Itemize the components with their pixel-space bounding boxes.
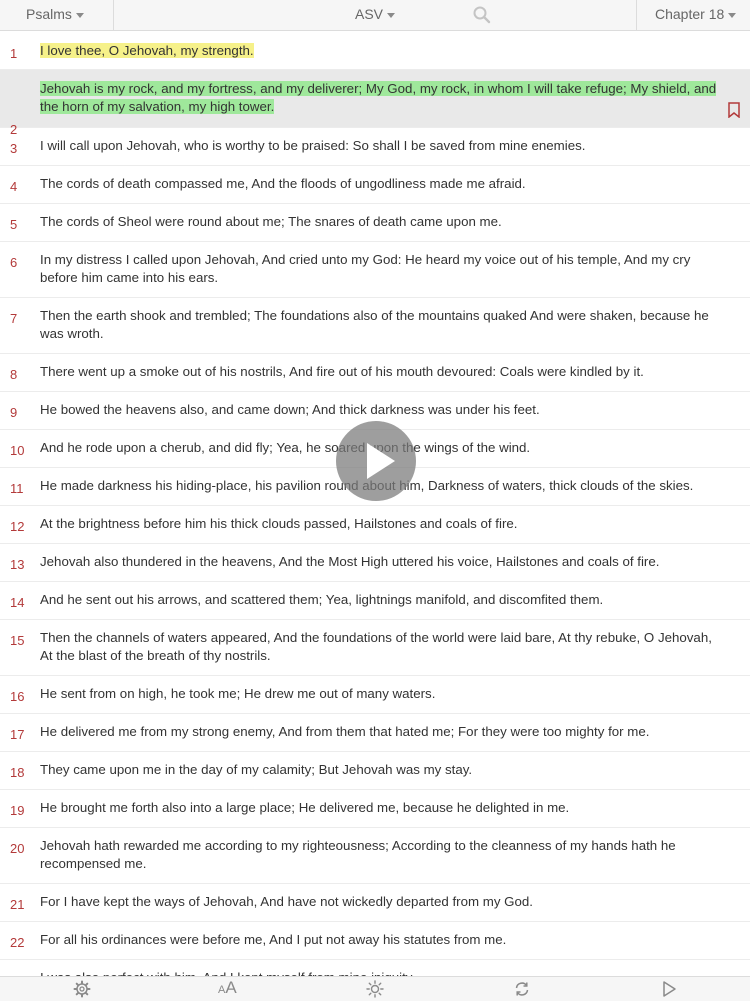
verse-number: 11 [10, 481, 24, 496]
verse-number: 16 [10, 689, 25, 704]
verse-row-17[interactable]: 17 He delivered me from my strong enemy,… [0, 714, 750, 752]
verse-text: He brought me forth also into a large pl… [40, 800, 570, 815]
settings-button[interactable] [73, 980, 91, 998]
toolbar-divider [113, 0, 114, 30]
verse-row-13[interactable]: 13 Jehovah also thundered in the heavens… [0, 544, 750, 582]
verse-row-8[interactable]: 8 There went up a smoke out of his nostr… [0, 354, 750, 392]
verse-row-21[interactable]: 21 For I have kept the ways of Jehovah, … [0, 884, 750, 922]
audio-play-button[interactable] [662, 980, 678, 998]
verse-row-12[interactable]: 12 At the brightness before him his thic… [0, 506, 750, 544]
verse-number: 20 [10, 841, 25, 856]
verse-text: Then the channels of waters appeared, An… [40, 630, 712, 663]
verse-row-5[interactable]: 5 The cords of Sheol were round about me… [0, 204, 750, 242]
verse-text: Jehovah is my rock, and my fortress, and… [40, 81, 717, 114]
verse-text: For all his ordinances were before me, A… [40, 932, 507, 947]
chevron-down-icon [387, 12, 396, 18]
verse-text: Jehovah hath rewarded me according to my… [40, 838, 676, 871]
verse-row-22[interactable]: 22 For all his ordinances were before me… [0, 922, 750, 960]
verse-text: They came upon me in the day of my calam… [40, 762, 473, 777]
verse-row-14[interactable]: 14 And he sent out his arrows, and scatt… [0, 582, 750, 620]
verse-text: Then the earth shook and trembled; The f… [40, 308, 709, 341]
gear-icon [73, 980, 91, 998]
verse-number: 22 [10, 935, 25, 950]
brightness-icon [366, 980, 384, 998]
verse-row-7[interactable]: 7 Then the earth shook and trembled; The… [0, 298, 750, 354]
verse-text: I love thee, O Jehovah, my strength. [40, 43, 254, 58]
verse-number: 15 [10, 633, 25, 648]
verse-row-6[interactable]: 6 In my distress I called upon Jehovah, … [0, 242, 750, 298]
verse-text: He delivered me from my strong enemy, An… [40, 724, 650, 739]
book-selector[interactable]: Psalms [26, 0, 84, 30]
book-label: Psalms [26, 6, 72, 22]
verse-number: 10 [10, 443, 25, 458]
verse-row-15[interactable]: 15 Then the channels of waters appeared,… [0, 620, 750, 676]
verse-row-2[interactable]: 2 Jehovah is my rock, and my fortress, a… [0, 70, 750, 137]
verse-number: 19 [10, 803, 25, 818]
verse-row-4[interactable]: 4 The cords of death compassed me, And t… [0, 166, 750, 204]
verse-row-18[interactable]: 18 They came upon me in the day of my ca… [0, 752, 750, 790]
sync-button[interactable] [513, 980, 531, 998]
search-button[interactable] [472, 5, 492, 25]
play-icon [663, 981, 676, 997]
verse-row-1[interactable]: 1 I love thee, O Jehovah, my strength. [0, 31, 750, 70]
verse-number: 17 [10, 727, 25, 742]
search-icon [473, 6, 491, 24]
verse-text: For I have kept the ways of Jehovah, And… [40, 894, 533, 909]
verse-text: He bowed the heavens also, and came down… [40, 402, 540, 417]
version-selector[interactable]: ASV [355, 0, 396, 30]
version-label: ASV [355, 6, 384, 22]
bookmark-icon[interactable] [728, 102, 740, 118]
verse-row-20[interactable]: 20 Jehovah hath rewarded me according to… [0, 828, 750, 884]
verse-number: 6 [10, 255, 18, 270]
verse-number: 21 [10, 897, 25, 912]
brightness-button[interactable] [366, 980, 384, 998]
verse-number: 5 [10, 217, 18, 232]
verse-number: 13 [10, 557, 25, 572]
verse-text: The cords of Sheol were round about me; … [40, 214, 502, 229]
verse-text: The cords of death compassed me, And the… [40, 176, 526, 191]
chevron-down-icon [728, 12, 737, 18]
verse-number: 8 [10, 367, 18, 382]
verse-number: 1 [10, 46, 18, 61]
verse-text: Jehovah also thundered in the heavens, A… [40, 554, 660, 569]
verse-text: At the brightness before him his thick c… [40, 516, 518, 531]
top-toolbar: Psalms ASV Chapter 18 [0, 0, 750, 31]
verse-number: 4 [10, 179, 18, 194]
verse-number: 7 [10, 311, 18, 326]
verse-number: 18 [10, 765, 25, 780]
chevron-down-icon [75, 12, 84, 18]
bottom-toolbar: AA [0, 976, 750, 1001]
verse-text: He sent from on high, he took me; He dre… [40, 686, 436, 701]
sync-icon [515, 982, 529, 996]
chapter-selector[interactable]: Chapter 18 [655, 0, 737, 30]
verse-text: In my distress I called upon Jehovah, An… [40, 252, 691, 285]
font-size-button[interactable]: AA [218, 978, 237, 997]
chapter-label: Chapter 18 [655, 6, 725, 22]
font-size-big-label: A [225, 978, 237, 997]
verse-text: There went up a smoke out of his nostril… [40, 364, 644, 379]
verse-number: 12 [10, 519, 25, 534]
verse-row-16[interactable]: 16 He sent from on high, he took me; He … [0, 676, 750, 714]
verse-row-19[interactable]: 19 He brought me forth also into a large… [0, 790, 750, 828]
verse-text: I will call upon Jehovah, who is worthy … [40, 138, 586, 153]
verse-number: 9 [10, 405, 18, 420]
verse-number: 14 [10, 595, 25, 610]
verse-number: 3 [10, 141, 18, 156]
verse-list: 1 I love thee, O Jehovah, my strength. 2… [0, 31, 750, 998]
verse-row-3[interactable]: 3 I will call upon Jehovah, who is worth… [0, 128, 750, 166]
verse-text: And he sent out his arrows, and scattere… [40, 592, 604, 607]
play-button[interactable] [336, 421, 416, 501]
toolbar-divider [636, 0, 637, 30]
